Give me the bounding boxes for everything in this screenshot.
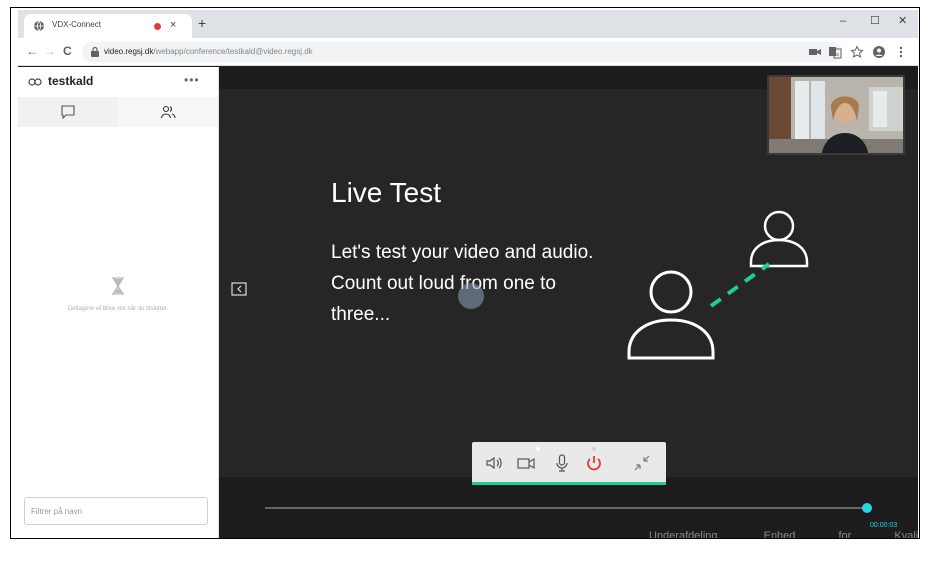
reload-button[interactable]: C	[63, 44, 72, 58]
minimize-view-button[interactable]	[632, 453, 652, 473]
person-icon	[749, 210, 809, 268]
tab-title: VDX-Connect	[52, 20, 101, 29]
close-window-button[interactable]: ✕	[898, 14, 907, 28]
camera-button[interactable]	[516, 453, 536, 473]
empty-participants-message: Deltagere vil blive vist når du tilslutt…	[67, 306, 169, 312]
control-indicator-dot	[592, 447, 596, 451]
globe-icon	[34, 20, 44, 32]
chat-icon	[61, 105, 75, 120]
speaker-button[interactable]	[484, 453, 504, 473]
page: VDX-Connect × + – ☐ ✕ ← → C video.regsj.…	[0, 0, 927, 561]
tab-participants[interactable]	[118, 97, 218, 127]
translate-icon[interactable]: a	[828, 45, 842, 59]
participants-sidebar: testkald ••• Deltagere vil blive vist nå…	[18, 67, 219, 538]
timeline-thumb[interactable]	[862, 503, 872, 513]
menu-icon[interactable]	[894, 45, 908, 59]
speaker-icon	[486, 456, 502, 470]
profile-icon[interactable]	[872, 45, 886, 59]
shrink-icon	[634, 455, 650, 471]
minimize-button[interactable]: –	[840, 14, 846, 28]
room-header: testkald •••	[18, 67, 218, 97]
video-camera-icon	[517, 457, 535, 470]
audio-level-bar	[472, 482, 666, 485]
hang-up-button[interactable]	[584, 453, 604, 473]
background-ticker-text: Underafdeling. Enhed for Kvalitetsudvikl…	[649, 530, 918, 538]
elapsed-timer: 00:00:03	[870, 522, 898, 529]
microphone-icon	[556, 454, 568, 472]
star-icon[interactable]	[850, 45, 864, 59]
new-tab-button[interactable]: +	[198, 16, 206, 30]
sidebar-tabs	[18, 97, 218, 127]
tab-vdx-connect[interactable]: VDX-Connect ×	[24, 14, 192, 38]
browser-window: VDX-Connect × + – ☐ ✕ ← → C video.regsj.…	[18, 10, 918, 538]
url-host: video.regsj.dk	[104, 47, 154, 56]
connection-line	[709, 262, 771, 308]
person-icon	[627, 270, 715, 360]
url-text: video.regsj.dk/webapp/conference/testkal…	[104, 47, 313, 56]
tab-strip: VDX-Connect × + – ☐ ✕	[18, 10, 918, 38]
mouse-cursor-indicator	[458, 283, 484, 309]
recording-indicator-icon	[154, 23, 161, 30]
collapse-sidebar-icon[interactable]	[231, 282, 247, 296]
address-bar[interactable]: video.regsj.dk/webapp/conference/testkal…	[82, 42, 842, 62]
participants-illustration	[627, 210, 809, 360]
lock-icon	[91, 46, 99, 57]
svg-text:a: a	[836, 52, 839, 58]
self-view-video[interactable]	[767, 75, 905, 155]
power-icon	[587, 456, 601, 471]
filter-by-name-input[interactable]	[24, 497, 208, 525]
maximize-button[interactable]: ☐	[870, 14, 880, 28]
tab-chat[interactable]	[18, 97, 118, 127]
link-icon[interactable]	[28, 76, 42, 88]
back-button[interactable]: ←	[26, 44, 38, 58]
participants-icon	[160, 105, 176, 119]
microphone-button[interactable]	[552, 453, 572, 473]
tab-close-button[interactable]: ×	[170, 18, 176, 32]
control-indicator-dot	[536, 447, 540, 451]
self-view-image	[769, 77, 903, 153]
conference-stage: Live Test Let's test your video and audi…	[219, 67, 918, 538]
timeline-track[interactable]	[265, 507, 867, 509]
forward-button[interactable]: →	[44, 44, 56, 58]
more-options-button[interactable]: •••	[184, 73, 200, 87]
call-controls	[472, 442, 666, 485]
hourglass-icon	[112, 277, 124, 295]
camera-indicator-icon[interactable]	[808, 45, 822, 59]
browser-toolbar: ← → C video.regsj.dk/webapp/conference/t…	[18, 38, 918, 66]
url-path: /webapp/conference/testkald@video.regsj.…	[153, 47, 313, 56]
room-name: testkald	[48, 74, 94, 88]
live-test-heading: Live Test	[331, 177, 441, 208]
